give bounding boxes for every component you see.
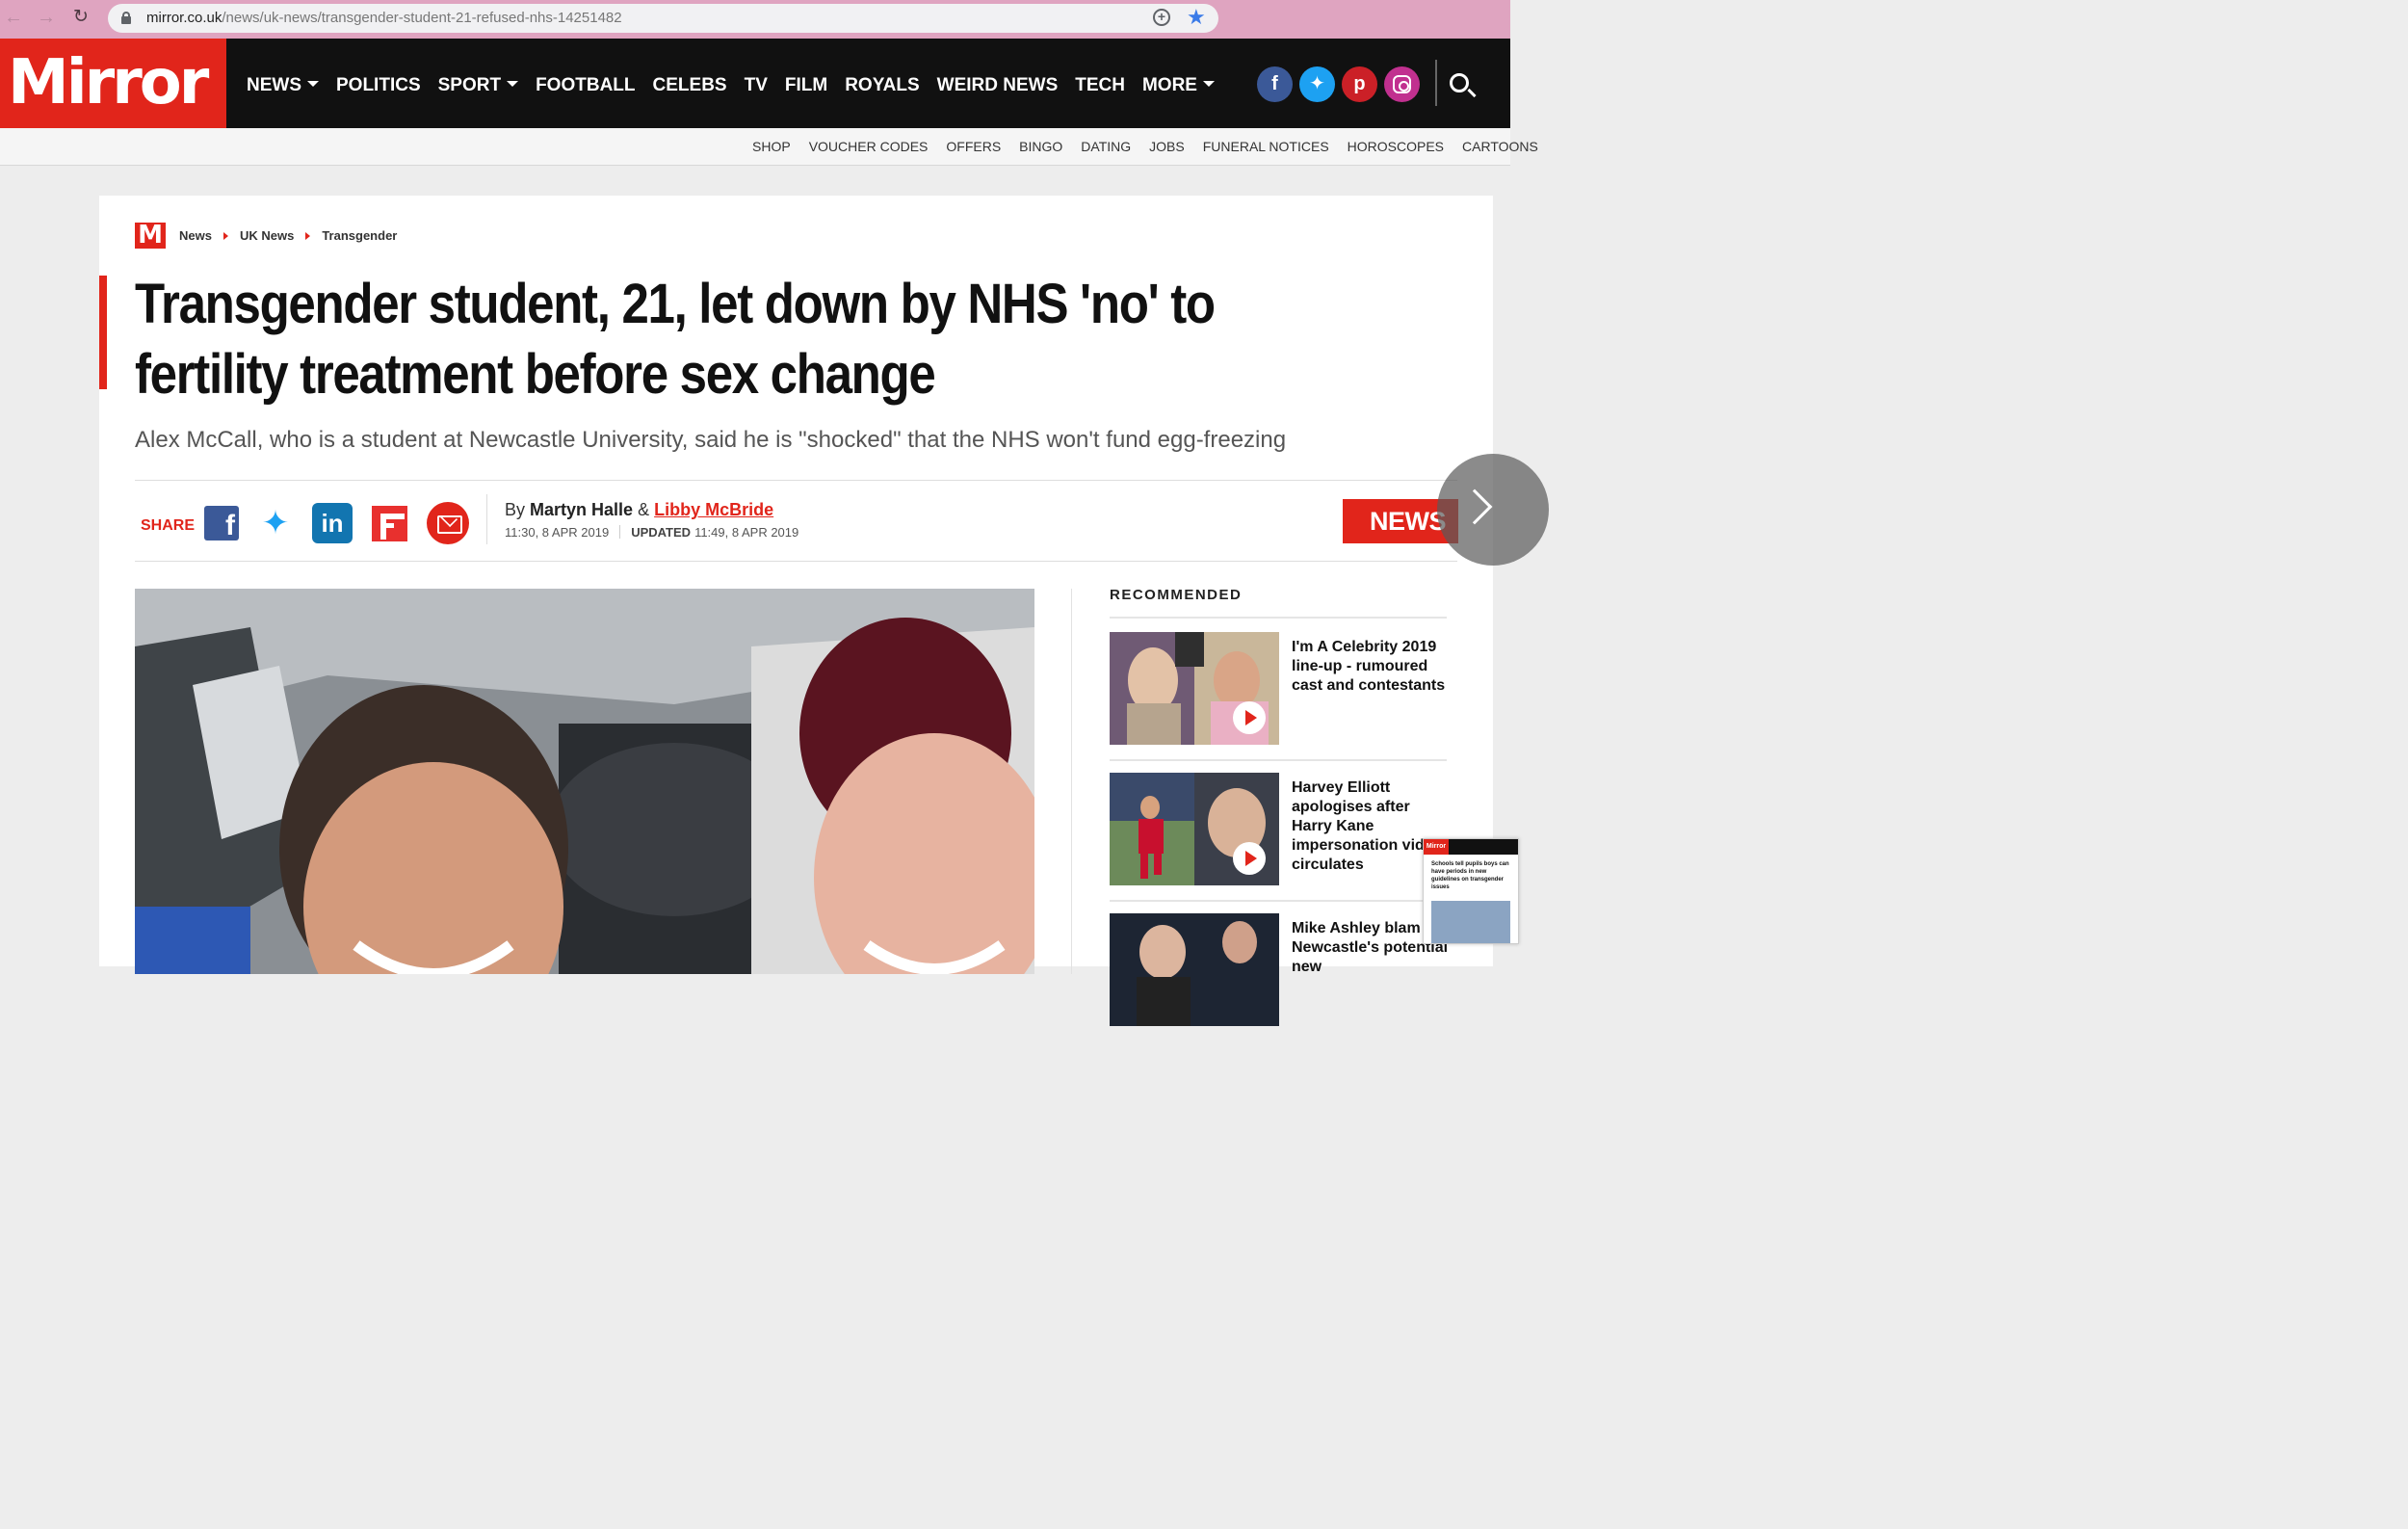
search-icon[interactable]: [1450, 73, 1469, 92]
subnav-item-jobs[interactable]: JOBS: [1149, 139, 1185, 154]
social-links: f ✦ p: [1257, 66, 1426, 102]
chevron-right-icon: [222, 231, 228, 240]
email-share-icon[interactable]: [427, 502, 469, 544]
subnav-item-bingo[interactable]: BINGO: [1019, 139, 1062, 154]
byline: By Martyn Halle & Libby McBride: [505, 500, 774, 519]
subnav-item-funeral-notices[interactable]: FUNERAL NOTICES: [1203, 139, 1329, 154]
subnav-item-cartoons[interactable]: CARTOONS: [1462, 139, 1538, 154]
nav-item-weird-news[interactable]: WEIRD NEWS: [937, 74, 1059, 97]
instagram-icon[interactable]: [1384, 66, 1420, 102]
article-headline: Transgender student, 21, let down by NHS…: [135, 273, 1216, 406]
twitter-icon[interactable]: ✦: [1299, 66, 1335, 102]
preview-logo: Mirror: [1424, 839, 1449, 855]
breadcrumb-transgender[interactable]: Transgender: [322, 228, 397, 243]
breadcrumb-news[interactable]: News: [179, 228, 212, 243]
subnav-item-horoscopes[interactable]: HOROSCOPES: [1348, 139, 1444, 154]
chevron-right-icon: [1456, 488, 1493, 525]
headline-accent-bar: [99, 276, 107, 389]
author-name[interactable]: Martyn Halle: [530, 500, 633, 519]
play-icon[interactable]: [1233, 701, 1266, 734]
lock-icon: [121, 12, 131, 24]
article-dates: 11:30, 8 APR 2019 UPDATED 11:49, 8 APR 2…: [505, 525, 798, 540]
preview-image: [1431, 901, 1510, 943]
divider: [1110, 617, 1447, 619]
mirror-logo[interactable]: Mirror: [0, 39, 226, 128]
chevron-down-icon: [507, 81, 519, 88]
chevron-down-icon: [1202, 81, 1215, 88]
share-label: SHARE: [141, 517, 196, 534]
nav-item-tech[interactable]: TECH: [1075, 74, 1125, 97]
bookmark-star-icon[interactable]: ★: [1187, 5, 1206, 30]
secondary-nav: SHOP VOUCHER CODES OFFERS BINGO DATING J…: [0, 128, 1538, 166]
recommended-thumbnail[interactable]: [1110, 913, 1279, 1026]
divider: [1110, 759, 1447, 761]
subnav-item-voucher-codes[interactable]: VOUCHER CODES: [809, 139, 929, 154]
nav-item-news[interactable]: NEWS: [247, 74, 319, 97]
subnav-item-shop[interactable]: SHOP: [752, 139, 791, 154]
article-standfirst: Alex McCall, who is a student at Newcast…: [135, 427, 1287, 453]
share-divider: [486, 494, 487, 544]
recommended-headline[interactable]: I'm A Celebrity 2019 line-up - rumoured …: [1292, 638, 1449, 696]
author-link[interactable]: Libby McBride: [654, 500, 773, 519]
divider: [135, 561, 1457, 562]
updated-label: UPDATED: [631, 525, 692, 540]
pinterest-icon[interactable]: p: [1342, 66, 1377, 102]
site-header: Mirror NEWS POLITICS SPORT FOOTBALL CELE…: [0, 39, 1510, 128]
nav-item-football[interactable]: FOOTBALL: [536, 74, 635, 97]
reload-icon[interactable]: ↻: [73, 6, 89, 29]
url-text[interactable]: mirror.co.uk/news/uk-news/transgender-st…: [146, 10, 622, 26]
chevron-down-icon: [307, 81, 319, 88]
recommended-title: RECOMMENDED: [1110, 587, 1243, 603]
breadcrumb: M News UK News Transgender: [135, 223, 397, 249]
subnav-item-offers[interactable]: OFFERS: [946, 139, 1001, 154]
add-icon[interactable]: +: [1153, 9, 1170, 26]
mirror-m-logo[interactable]: M: [135, 223, 166, 249]
divider: [1110, 900, 1447, 902]
back-arrow-icon[interactable]: ←: [4, 6, 23, 29]
next-article-button[interactable]: [1437, 454, 1549, 566]
linkedin-share-icon[interactable]: in: [312, 503, 353, 543]
share-buttons: f ✦ in: [204, 502, 488, 544]
recommended-thumbnail[interactable]: [1110, 773, 1279, 885]
preview-header: Mirror: [1424, 839, 1518, 855]
recommended-thumbnail[interactable]: [1110, 632, 1279, 745]
address-bar[interactable]: mirror.co.uk/news/uk-news/transgender-st…: [108, 4, 1218, 33]
updated-time: 11:49, 8 APR 2019: [694, 525, 799, 540]
nav-item-celebs[interactable]: CELEBS: [653, 74, 727, 97]
divider: [135, 480, 1457, 481]
article-main-image[interactable]: [135, 589, 1034, 974]
subnav-item-dating[interactable]: DATING: [1081, 139, 1131, 154]
nav-item-royals[interactable]: ROYALS: [845, 74, 919, 97]
flipboard-share-icon[interactable]: [372, 505, 407, 541]
chevron-right-icon: [305, 231, 311, 240]
nav-item-film[interactable]: FILM: [785, 74, 827, 97]
facebook-share-icon[interactable]: f: [204, 506, 239, 540]
published-time: 11:30, 8 APR 2019: [505, 525, 610, 540]
nav-item-tv[interactable]: TV: [745, 74, 768, 97]
forward-arrow-icon[interactable]: →: [37, 6, 56, 29]
browser-toolbar: ← → ↻ mirror.co.uk/news/uk-news/transgen…: [0, 0, 1510, 39]
breadcrumb-uk-news[interactable]: UK News: [240, 228, 294, 243]
header-divider: [1435, 60, 1437, 106]
twitter-share-icon[interactable]: ✦: [258, 506, 293, 540]
nav-item-politics[interactable]: POLITICS: [336, 74, 421, 97]
preview-headline: Schools tell pupils boys can have period…: [1431, 861, 1509, 890]
main-nav: NEWS POLITICS SPORT FOOTBALL CELEBS TV F…: [247, 74, 1232, 97]
article-card: M News UK News Transgender Transgender s…: [99, 196, 1493, 1026]
nav-item-more[interactable]: MORE: [1142, 74, 1215, 97]
column-divider: [1071, 589, 1072, 974]
nav-item-sport[interactable]: SPORT: [438, 74, 519, 97]
facebook-icon[interactable]: f: [1257, 66, 1293, 102]
play-icon[interactable]: [1233, 842, 1266, 875]
next-article-preview[interactable]: Mirror Schools tell pupils boys can have…: [1423, 838, 1519, 944]
